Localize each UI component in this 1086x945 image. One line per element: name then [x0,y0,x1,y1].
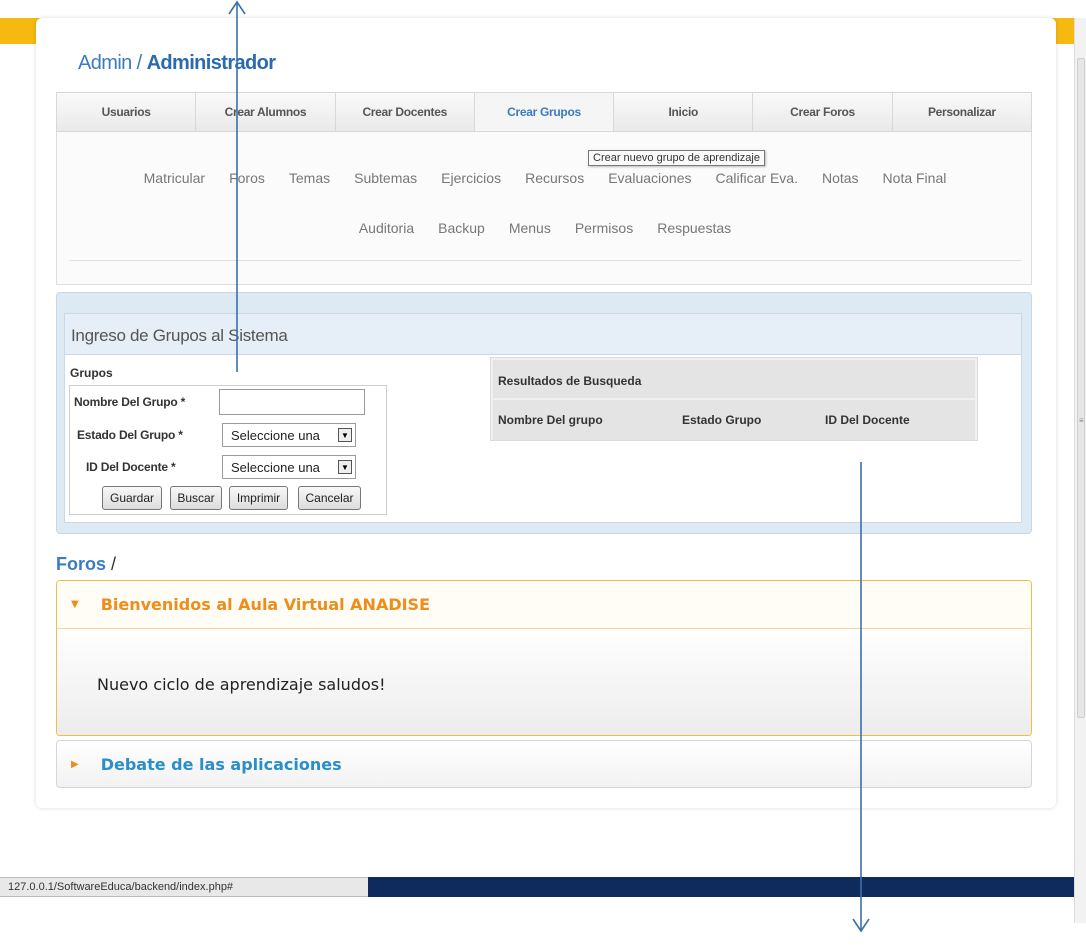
forum-accordion-2[interactable]: ▶ Debate de las aplicaciones [56,740,1032,788]
cancelar-button[interactable]: Cancelar [298,486,361,510]
sub-nav-row-2: Auditoria Backup Menus Permisos Respuest… [57,220,1033,236]
results-title: Resultados de Busqueda [493,360,975,398]
subnav-calificar-eva[interactable]: Calificar Eva. [704,170,810,186]
status-bar-url: 127.0.0.1/SoftwareEduca/backend/index.ph… [0,877,370,897]
nav-item-crear-grupos[interactable]: Crear Grupos [474,93,615,131]
estado-grupo-select[interactable]: Seleccione una ▼ [222,423,356,447]
foros-heading: Foros / [56,554,116,575]
subnav-temas[interactable]: Temas [277,170,342,186]
subnav-ejercicios[interactable]: Ejercicios [429,170,513,186]
estado-grupo-label: Estado Del Grupo * [77,428,183,442]
estado-grupo-value: Seleccione una [231,428,320,443]
results-header-row: Nombre Del grupo Estado Grupo ID Del Doc… [493,400,975,440]
subnav-recursos[interactable]: Recursos [513,170,596,186]
nav-tooltip: Crear nuevo grupo de aprendizaje [588,150,765,166]
subnav-menus[interactable]: Menus [497,220,563,236]
imprimir-button[interactable]: Imprimir [229,486,288,510]
subnav-permisos[interactable]: Permisos [563,220,645,236]
forum-2-title: Debate de las aplicaciones [100,754,342,774]
nombre-grupo-label: Nombre Del Grupo * [74,395,186,409]
id-docente-label: ID Del Docente * [86,460,176,474]
subnav-matricular[interactable]: Matricular [132,170,217,186]
id-docente-value: Seleccione una [231,460,320,475]
caret-right-icon: ▶ [71,758,79,770]
subnav-foros[interactable]: Foros [217,170,277,186]
caret-down-icon: ▼ [71,599,79,610]
sub-nav-row-1: Matricular Foros Temas Subtemas Ejercici… [57,170,1033,186]
nav-item-crear-alumnos[interactable]: Crear Alumnos [196,93,336,131]
footer-band [368,877,1074,897]
vertical-scrollbar[interactable]: ≡ [1074,18,1086,923]
forum-1-title: Bienvenidos al Aula Virtual ANADISE [100,595,431,614]
subnav-auditoria[interactable]: Auditoria [347,220,426,236]
sub-nav-divider [69,260,1021,261]
dropdown-arrow-icon[interactable]: ▼ [338,460,352,474]
main-nav: Usuarios Crear Alumnos Crear Docentes Cr… [56,92,1032,132]
id-docente-select[interactable]: Seleccione una ▼ [222,455,356,479]
nav-item-crear-foros[interactable]: Crear Foros [753,93,893,131]
scrollbar-grip-icon: ≡ [1079,416,1084,425]
foros-title-slash: / [106,554,117,574]
nav-item-crear-docentes[interactable]: Crear Docentes [336,93,475,131]
title-prefix: Admin / [78,52,147,74]
forum-1-header[interactable]: ▼ Bienvenidos al Aula Virtual ANADISE [57,581,1031,629]
nav-item-inicio[interactable]: Inicio [614,93,754,131]
guardar-button[interactable]: Guardar [102,486,162,510]
subnav-backup[interactable]: Backup [426,220,497,236]
forum-accordion-1: ▼ Bienvenidos al Aula Virtual ANADISE Nu… [56,580,1032,736]
arrowhead-up-icon [228,0,246,15]
subnav-subtemas[interactable]: Subtemas [342,170,429,186]
subnav-nota-final[interactable]: Nota Final [871,170,959,186]
dropdown-arrow-icon[interactable]: ▼ [338,428,352,442]
results-table: Resultados de Busqueda Nombre Del grupo … [490,357,978,441]
col-estado-grupo: Estado Grupo [682,413,762,427]
col-id-docente: ID Del Docente [825,413,910,427]
subnav-respuestas[interactable]: Respuestas [645,220,743,236]
foros-title-text: Foros [56,554,107,574]
scrollbar-thumb[interactable] [1077,58,1085,718]
forum-1-body: Nuevo ciclo de aprendizaje saludos! [57,629,1031,735]
title-role: Administrador [146,52,276,74]
page-title: Admin / Administrador [78,52,276,75]
subnav-notas[interactable]: Notas [810,170,871,186]
subnav-evaluaciones[interactable]: Evaluaciones [596,170,703,186]
nav-item-personalizar[interactable]: Personalizar [893,93,1031,131]
arrowhead-down-icon [852,918,870,933]
col-nombre-grupo: Nombre Del grupo [498,413,603,427]
nav-item-usuarios[interactable]: Usuarios [57,93,197,131]
sub-nav-panel: Matricular Foros Temas Subtemas Ejercici… [56,132,1032,285]
nombre-grupo-input[interactable] [219,389,365,415]
form-section-label: Grupos [70,366,113,380]
buscar-button[interactable]: Buscar [170,486,222,510]
panel-title: Ingreso de Grupos al Sistema [65,314,1021,355]
